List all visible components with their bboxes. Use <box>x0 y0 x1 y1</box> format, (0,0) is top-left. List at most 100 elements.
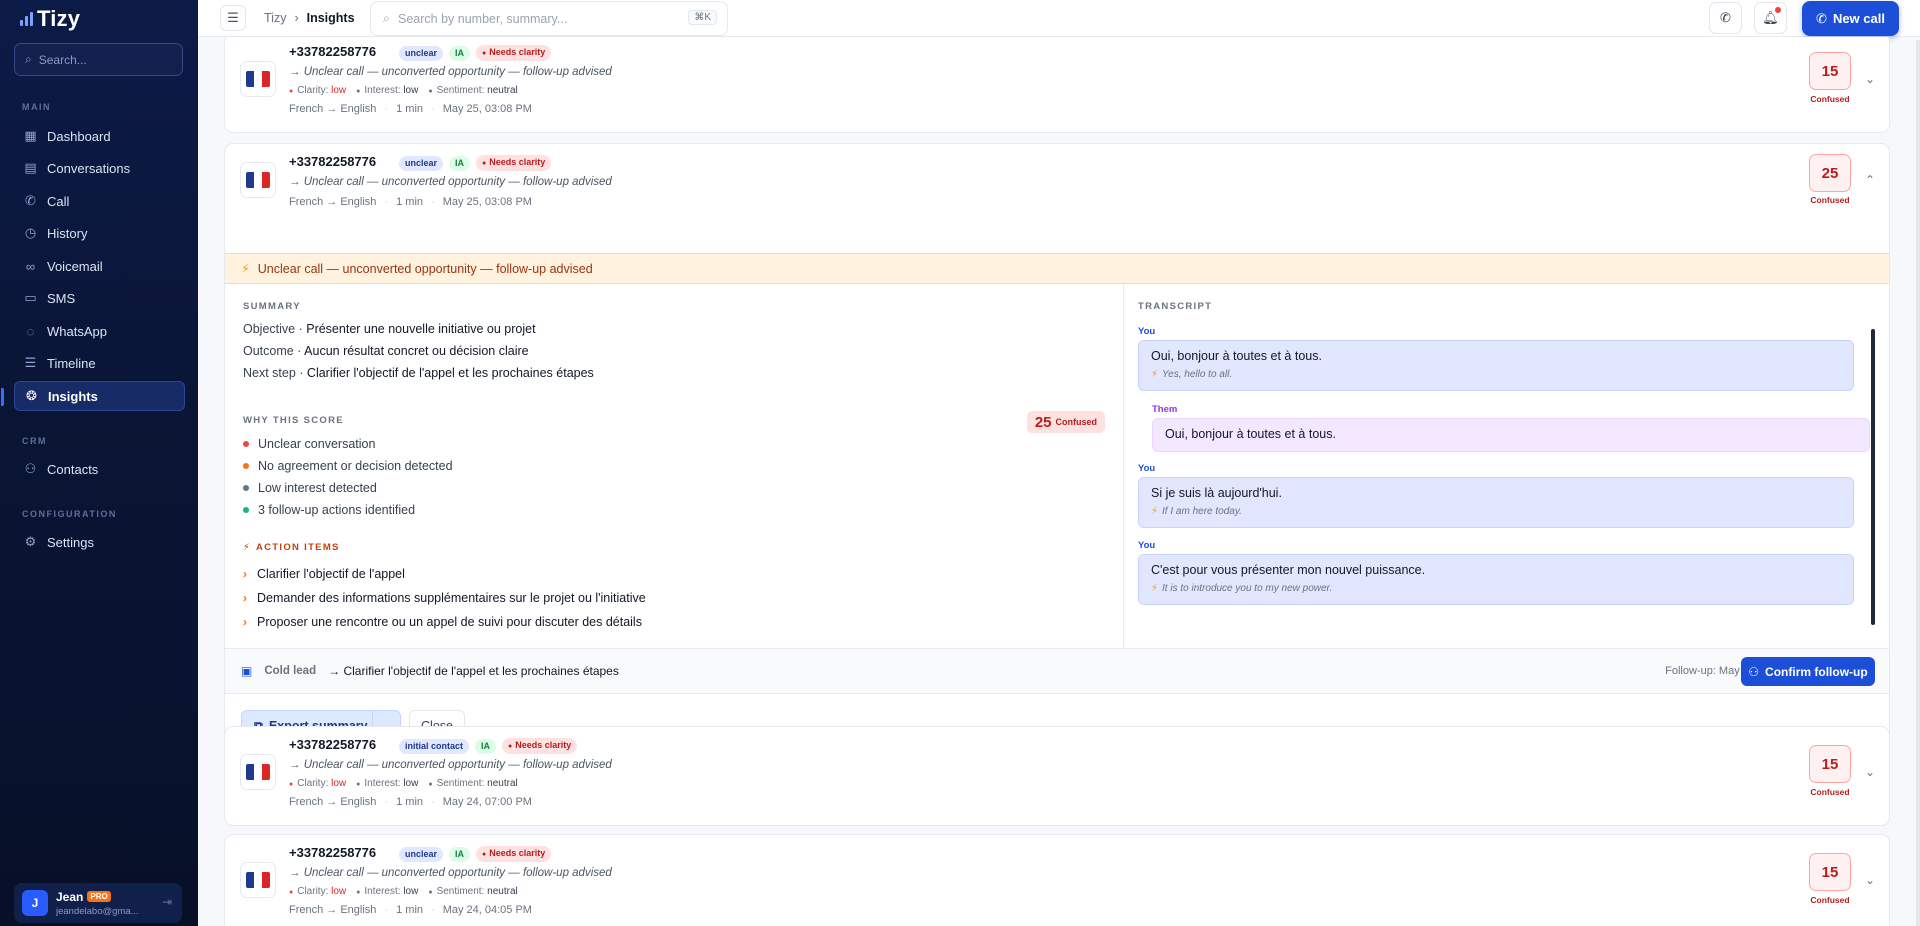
sentiment-metric: Sentiment: neutral <box>428 85 518 96</box>
new-call-label: New call <box>1832 11 1885 26</box>
languages: French → English <box>289 103 377 115</box>
lead-status: Cold lead <box>264 665 317 677</box>
sidebar-item-settings[interactable]: ⚙ Settings <box>14 527 185 557</box>
call-card[interactable]: +33782258776 initial contact IA Needs cl… <box>224 726 1890 826</box>
call-metrics: Clarity: low Interest: low Sentiment: ne… <box>289 778 518 789</box>
summary-heading: SUMMARY <box>243 301 301 312</box>
score-label: Confused <box>1810 787 1850 797</box>
tag-list: unclear IA Needs clarity <box>399 155 552 171</box>
call-date: May 24, 07:00 PM <box>442 796 532 808</box>
insight-banner: ⚡ Unclear call — unconverted opportunity… <box>225 253 1889 284</box>
sidebar-item-call[interactable]: ✆ Call <box>14 186 185 216</box>
transcript-message: Si je suis là aujourd'hui. If I am here … <box>1138 477 1854 528</box>
chevron-down-icon[interactable]: ⌄ <box>1865 873 1875 887</box>
sidebar-search-input[interactable]: ⌕ Search... <box>14 43 183 76</box>
tag-list: unclear IA Needs clarity <box>399 846 552 862</box>
interest-metric: Interest: low <box>356 886 418 897</box>
user-name: Jean <box>56 889 84 904</box>
sidebar-item-label: SMS <box>47 290 76 306</box>
sidebar-item-label: Contacts <box>47 461 99 477</box>
sidebar-item-label: Settings <box>47 534 94 550</box>
search-icon: ⌕ <box>383 11 391 25</box>
why-score-badge: 25 Confused <box>1026 411 1105 433</box>
tag: initial contact <box>399 738 470 754</box>
brain-icon: ❂ <box>26 388 37 403</box>
menu-toggle-button[interactable]: ☰ <box>220 5 246 31</box>
logo[interactable]: Tizy <box>20 6 80 32</box>
sidebar-item-conversations[interactable]: ▤ Conversations <box>14 153 185 183</box>
action-items-heading: ⚡ ACTION ITEMS <box>243 542 340 553</box>
phone-number: +33782258776 <box>289 44 377 59</box>
sidebar-item-whatsapp[interactable]: ◌ WhatsApp <box>14 316 185 346</box>
sidebar-item-sms[interactable]: ▭ SMS <box>14 283 185 313</box>
call-card-expanded: +33782258776 unclear IA Needs clarity → … <box>224 143 1890 755</box>
transcript-message: Oui, bonjour à toutes et à tous. Yes, he… <box>1138 340 1854 391</box>
phone-number: +33782258776 <box>289 845 377 860</box>
sidebar-item-label: History <box>47 225 88 241</box>
logo-text: Tizy <box>37 6 81 31</box>
call-card[interactable]: +33782258776 unclear IA Needs clarity → … <box>224 37 1890 133</box>
confirm-follow-up-button[interactable]: ⚇ Confirm follow-up <box>1741 657 1875 686</box>
gear-icon: ⚙ <box>24 534 37 549</box>
score-badge: 15 <box>1809 853 1851 891</box>
user-card[interactable]: J Jean PRO jeandelabo@gma... ⇥ <box>14 883 182 923</box>
sidebar-item-label: Voicemail <box>47 258 103 274</box>
clarity-metric: Clarity: low <box>289 778 346 789</box>
avatar: J <box>22 890 48 916</box>
tag: unclear <box>399 45 444 61</box>
notification-dot <box>1775 7 1781 13</box>
why-item: Low interest detected <box>243 477 453 499</box>
phone-number: +33782258776 <box>289 154 377 169</box>
sidebar-item-insights[interactable]: ❂ Insights <box>1 381 185 411</box>
sidebar-item-timeline[interactable]: ☰ Timeline <box>14 348 185 378</box>
shortcut-hint: ⌘K <box>688 10 717 25</box>
score-label: Confused <box>1810 895 1850 905</box>
call-summary: → Unclear call — unconverted opportunity… <box>289 759 612 771</box>
logout-icon[interactable]: ⇥ <box>162 895 172 909</box>
chevron-down-icon[interactable]: ⌄ <box>1865 765 1875 779</box>
sidebar-item-dashboard[interactable]: ▦ Dashboard <box>14 121 185 151</box>
call-date: May 25, 03:08 PM <box>442 196 532 208</box>
next-step-row: Next step · Clarifier l'objectif de l'ap… <box>243 366 594 380</box>
score-badge: 25 <box>1809 154 1851 192</box>
sidebar-item-voicemail[interactable]: ∞ Voicemail <box>14 251 185 281</box>
chevron-up-icon[interactable]: ⌃ <box>1865 173 1875 187</box>
tag: IA <box>475 738 497 754</box>
action-item: Demander des informations supplémentaire… <box>243 586 646 610</box>
france-flag-icon <box>240 162 276 198</box>
notifications-button[interactable]: 🔔︎ <box>1754 2 1787 34</box>
phone-icon: ✆ <box>1720 10 1731 25</box>
why-score-list: Unclear conversation No agreement or dec… <box>243 433 453 521</box>
call-card[interactable]: +33782258776 unclear IA Needs clarity → … <box>224 834 1890 926</box>
sidebar-item-history[interactable]: ◷ History <box>14 218 185 248</box>
chevron-down-icon[interactable]: ⌄ <box>1865 72 1875 86</box>
call-meta: French → English · 1 min · May 25, 03:08 P… <box>289 103 532 115</box>
why-item: No agreement or decision detected <box>243 455 453 477</box>
sidebar-item-contacts[interactable]: ⚇ Contacts <box>14 454 185 484</box>
sidebar-search-placeholder: Search... <box>38 52 87 67</box>
speaker-label: You <box>1138 463 1156 474</box>
phone-button[interactable]: ✆ <box>1709 2 1742 34</box>
whatsapp-icon: ◌ <box>26 323 35 339</box>
sentiment-metric: Sentiment: neutral <box>428 778 518 789</box>
new-call-button[interactable]: ✆ New call <box>1802 1 1899 36</box>
duration: 1 min <box>396 904 424 916</box>
breadcrumb: Tizy › Insights <box>264 11 355 25</box>
score-label: Confused <box>1810 94 1850 104</box>
transcript-scrollbar[interactable] <box>1871 329 1875 625</box>
sidebar-item-label: WhatsApp <box>47 323 107 339</box>
topbar: ☰ Tizy › Insights ⌕ Search by number, su… <box>198 0 1920 37</box>
tag: Needs clarity <box>476 45 552 61</box>
timeline-icon: ☰ <box>24 355 37 370</box>
call-summary: → Unclear call — unconverted opportunity… <box>289 176 612 188</box>
duration: 1 min <box>396 103 424 115</box>
why-item: 3 follow-up actions identified <box>243 499 453 521</box>
page-scrollbar[interactable] <box>1916 40 1920 926</box>
call-meta: French → English · 1 min · May 25, 03:08 P… <box>289 196 532 208</box>
lightning-icon: ⚡ <box>243 542 251 553</box>
action-item: Proposer une rencontre ou un appel de su… <box>243 610 646 634</box>
search-input[interactable]: ⌕ Search by number, summary... ⌘K <box>370 1 728 36</box>
action-items-list: Clarifier l'objectif de l'appel Demander… <box>243 562 646 634</box>
clarity-metric: Clarity: low <box>289 886 346 897</box>
breadcrumb-root[interactable]: Tizy <box>264 11 286 25</box>
